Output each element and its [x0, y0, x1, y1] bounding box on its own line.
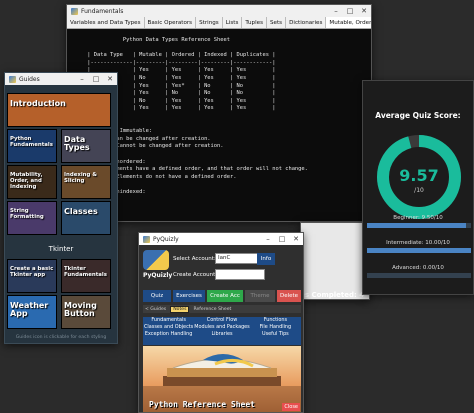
close-icon[interactable]: ✕ — [289, 233, 303, 245]
tab-4[interactable]: Tuples — [242, 17, 267, 28]
delete-button[interactable]: Delete — [277, 290, 301, 302]
topic-link[interactable]: Functions — [250, 317, 301, 324]
close-icon[interactable]: ✕ — [103, 73, 117, 85]
window-title: PyQuizly — [153, 235, 179, 243]
beginner-label: Beginner: 9.50/10 — [393, 215, 443, 221]
tab-2[interactable]: Strings — [196, 17, 223, 28]
theme-button[interactable]: Theme — [245, 290, 275, 302]
guide-card-5[interactable]: String Formatting — [7, 201, 57, 235]
create-account-label: Create Account: — [173, 272, 218, 278]
intermediate-bar — [367, 248, 471, 253]
courses-completed: ses Completed: 4 — [296, 291, 365, 299]
maximize-icon[interactable]: □ — [89, 73, 103, 85]
advanced-label: Advanced: 0.00/10 — [392, 265, 444, 271]
pyquizly-brand: PyQuizly — [143, 272, 173, 279]
window-title: Guides — [19, 75, 40, 83]
python-icon — [71, 7, 78, 15]
guide-card-label: Introduction — [10, 99, 66, 108]
topic-link[interactable]: Libraries — [194, 331, 249, 338]
pyquizly-titlebar[interactable]: PyQuizly – □ ✕ — [139, 233, 303, 245]
guide-card-0[interactable]: Introduction — [7, 93, 111, 127]
tkinter-card-3[interactable]: Moving Button — [61, 295, 111, 329]
maximize-icon[interactable]: □ — [343, 5, 357, 17]
info-button[interactable]: Info — [257, 253, 275, 265]
notes-nav[interactable]: Notes — [170, 305, 190, 313]
close-button[interactable]: Close — [282, 403, 300, 411]
score-value: 9.57 — [399, 166, 438, 185]
create-account-button[interactable]: Create Acc — [207, 290, 243, 302]
guides-titlebar[interactable]: Guides – □ ✕ — [5, 73, 117, 85]
tab-0[interactable]: Variables and Data Types — [67, 17, 145, 28]
quiz-button[interactable]: Quiz — [143, 290, 171, 302]
quiz-score-title: Average Quiz Score: — [375, 111, 461, 120]
create-account-input[interactable] — [215, 269, 265, 280]
tkinter-heading: Tkinter — [48, 245, 74, 253]
python-icon — [9, 75, 16, 83]
fundamentals-tabs: Variables and Data Types Basic Operators S… — [67, 17, 371, 29]
tab-1[interactable]: Basic Operators — [145, 17, 197, 28]
guides-window: Guides – □ ✕ Introduction Python Fundamen… — [4, 72, 118, 344]
guide-card-2[interactable]: Data Types — [61, 129, 111, 163]
guide-card-label: Classes — [64, 207, 98, 216]
minimize-icon[interactable]: – — [75, 73, 89, 85]
guide-card-label: Python Fundamentals — [10, 136, 53, 148]
tkinter-card-0[interactable]: Create a basic Tkinter app — [7, 259, 57, 293]
guide-card-label: Data Types — [64, 135, 90, 152]
guide-card-label: String Formatting — [10, 208, 44, 220]
intermediate-label: Intermediate: 10.00/10 — [386, 240, 450, 246]
minimize-icon[interactable]: – — [261, 233, 275, 245]
window-title: Fundamentals — [81, 7, 124, 15]
reference-sheet-nav[interactable]: Reference Sheet — [191, 307, 233, 312]
pyquizly-logo — [143, 250, 169, 270]
banner-caption: Python Reference Sheet — [149, 400, 255, 409]
guide-card-4[interactable]: Indexing & Slicing — [61, 165, 111, 199]
topic-link[interactable]: Control Flow — [194, 317, 249, 324]
background-window — [300, 222, 370, 300]
topic-link[interactable]: Modules and Packages — [194, 324, 249, 331]
topics-grid: Fundamentals Control Flow Functions Classes… — [143, 317, 301, 345]
tab-7[interactable]: Mutable, Ordered, Indexed — [326, 17, 371, 28]
beginner-bar — [367, 223, 471, 228]
fundamentals-titlebar[interactable]: Fundamentals – □ ✕ — [67, 5, 371, 17]
maximize-icon[interactable]: □ — [275, 233, 289, 245]
topic-link[interactable]: Exception Handling — [143, 331, 194, 338]
tkinter-card-label: Create a basic Tkinter app — [10, 266, 54, 278]
tkinter-card-label: Moving Button — [64, 301, 97, 318]
guide-card-6[interactable]: Classes — [61, 201, 111, 235]
tab-5[interactable]: Sets — [267, 17, 287, 28]
tkinter-card-label: Tkinter Fundamentals — [64, 266, 107, 278]
guide-card-label: Indexing & Slicing — [64, 172, 97, 184]
guide-card-1[interactable]: Python Fundamentals — [7, 129, 57, 163]
topic-link[interactable]: Classes and Objects — [143, 324, 194, 331]
tkinter-card-1[interactable]: Tkinter Fundamentals — [61, 259, 111, 293]
topic-link[interactable]: File Handling — [250, 324, 301, 331]
guides-nav[interactable]: < Guides — [143, 307, 168, 312]
guide-card-3[interactable]: Mutability, Order, and Indexing — [7, 165, 57, 199]
guide-card-label: Mutability, Order, and Indexing — [10, 172, 43, 190]
topic-link[interactable]: Useful Tips — [250, 331, 301, 338]
guides-footer: Guides icon is clickable for each stylin… — [15, 335, 107, 340]
python-icon — [143, 235, 150, 243]
advanced-bar — [367, 273, 471, 278]
tab-6[interactable]: Dictionaries — [286, 17, 327, 28]
score-out-of: /10 — [414, 187, 424, 194]
close-icon[interactable]: ✕ — [357, 5, 371, 17]
minimize-icon[interactable]: – — [329, 5, 343, 17]
score-gauge: 9.57 /10 — [377, 135, 461, 219]
topic-link[interactable]: Fundamentals — [143, 317, 194, 324]
tkinter-card-2[interactable]: Weather App — [7, 295, 57, 329]
reference-sheet-banner: Python Reference Sheet Close — [143, 346, 301, 412]
quiz-score-window: Average Quiz Score: 9.57 /10 Beginner: 9… — [362, 80, 474, 295]
select-account-label: Select Account: — [173, 256, 216, 262]
tab-3[interactable]: Lists — [223, 17, 243, 28]
pyquizly-window: PyQuizly – □ ✕ PyQuizly Select Account: … — [138, 232, 304, 413]
exercises-button[interactable]: Exercises — [173, 290, 205, 302]
tkinter-card-label: Weather App — [10, 301, 49, 318]
nav-bar: < Guides Notes Reference Sheet — [143, 305, 301, 313]
